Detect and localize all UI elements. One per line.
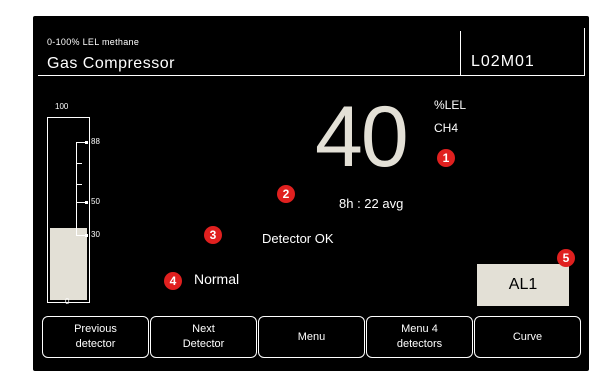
- detector-status: Detector OK: [262, 231, 334, 246]
- gauge-tick-minor-1: [76, 163, 82, 164]
- callout-marker-3: 3: [204, 226, 222, 244]
- gauge-tick-dot-50: [85, 201, 88, 204]
- callout-marker-1: 1: [437, 149, 455, 167]
- callout-marker-2: 2: [277, 185, 295, 203]
- previous-detector-button[interactable]: Previous detector: [42, 316, 149, 358]
- gas-type: CH4: [434, 121, 459, 135]
- gauge-max-label: 100: [55, 102, 69, 111]
- gauge-tick-dot-30: [85, 234, 88, 237]
- gauge-tick-label-88: 88: [91, 137, 100, 146]
- gauge-min-label: 0: [65, 297, 70, 306]
- detector-code: L02M01: [471, 53, 535, 70]
- gauge-tick-label-50: 50: [91, 197, 100, 206]
- header-divider: [460, 31, 461, 76]
- level-gauge-fill: [50, 228, 87, 300]
- menu-button[interactable]: Menu: [258, 316, 365, 358]
- menu-4-detectors-button[interactable]: Menu 4 detectors: [366, 316, 473, 358]
- gas-reading-value: 40: [315, 89, 409, 185]
- callout-marker-5: 5: [557, 249, 575, 267]
- instrument-screen: 0-100% LEL methane Gas Compressor L02M01…: [33, 16, 589, 371]
- level-gauge: [47, 117, 90, 303]
- gas-reading-unit: %LEL: [434, 98, 467, 112]
- callout-marker-4: 4: [164, 272, 182, 290]
- alarm-indicator[interactable]: AL1: [477, 264, 569, 306]
- curve-button[interactable]: Curve: [474, 316, 581, 358]
- range-subtitle: 0-100% LEL methane: [47, 37, 140, 47]
- operating-mode: Normal: [194, 271, 240, 287]
- gauge-tick-label-30: 30: [91, 230, 100, 239]
- next-detector-button[interactable]: Next Detector: [150, 316, 257, 358]
- gauge-tick-line: [76, 142, 77, 235]
- average-reading: 8h : 22 avg: [339, 196, 404, 211]
- softkey-bar: Previous detector Next Detector Menu Men…: [42, 316, 582, 358]
- location-title: Gas Compressor: [47, 55, 175, 72]
- gauge-tick-minor-2: [76, 184, 82, 185]
- gauge-tick-dot-88: [85, 141, 88, 144]
